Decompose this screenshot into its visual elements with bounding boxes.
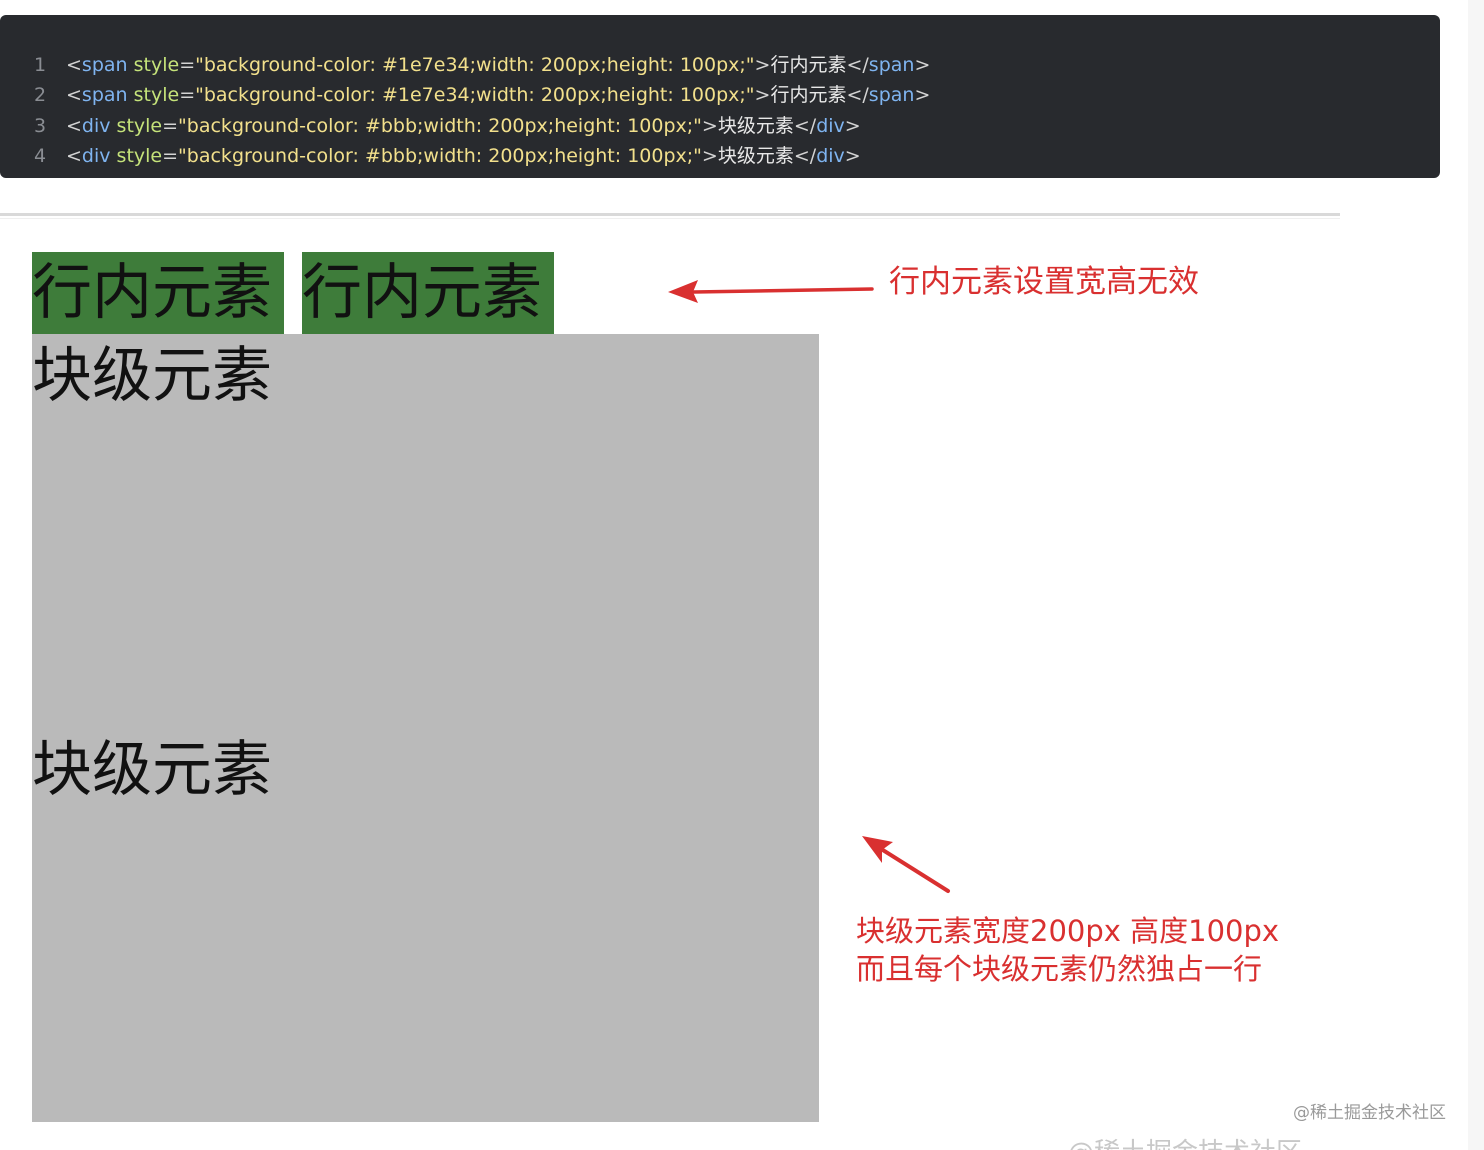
code-text: <div style="background-color: #bbb;width…	[66, 141, 861, 171]
code-tag: div	[81, 145, 111, 167]
inline-element-1: 行内元素	[32, 252, 284, 334]
code-punct: >	[701, 145, 718, 167]
arrow-left-icon	[668, 280, 874, 303]
code-block: 1 <span style="background-color: #1e7e34…	[0, 15, 1440, 178]
watermark-faded: @稀土掘金技术社区	[1068, 1132, 1302, 1150]
code-punct: =	[162, 115, 179, 137]
code-punct: =	[179, 84, 196, 106]
code-line: 3 <div style="background-color: #bbb;wid…	[0, 111, 1440, 141]
code-string: "background-color: #1e7e34;width: 200px;…	[195, 84, 755, 106]
block-element-1: 块级元素	[32, 334, 819, 728]
code-content: 行内元素	[770, 54, 847, 76]
line-number: 4	[33, 145, 47, 167]
watermark: @稀土掘金技术社区	[1293, 1103, 1446, 1123]
arrow-up-left-icon	[862, 836, 950, 893]
block-annotation-line-1: 块级元素宽度200px 高度100px	[856, 914, 1280, 948]
code-string: "background-color: #bbb;width: 200px;hei…	[178, 145, 702, 167]
code-tag: div	[816, 115, 845, 137]
inline-annotation: 行内元素设置宽高无效	[889, 264, 1199, 300]
code-punct: >	[914, 84, 931, 106]
code-content: 块级元素	[717, 145, 794, 167]
code-punct: </	[793, 115, 817, 137]
code-punct: <	[66, 54, 82, 76]
code-content: 行内元素	[770, 84, 847, 106]
content-divider	[0, 213, 1340, 216]
code-text: <div style="background-color: #bbb;width…	[66, 111, 861, 141]
code-tag: span	[81, 84, 128, 106]
code-line: 2 <span style="background-color: #1e7e34…	[0, 80, 1440, 110]
code-punct: =	[162, 145, 179, 167]
code-text: <span style="background-color: #1e7e34;w…	[66, 80, 930, 110]
code-line: 1 <span style="background-color: #1e7e34…	[0, 50, 1440, 80]
code-attr: style	[127, 84, 180, 106]
code-punct: >	[754, 84, 771, 106]
code-punct: <	[66, 115, 82, 137]
code-tag: span	[868, 84, 915, 106]
code-punct: </	[846, 54, 869, 76]
code-content: 块级元素	[717, 115, 794, 137]
block-annotation: 块级元素宽度200px 高度100px 而且每个块级元素仍然独占一行	[856, 912, 1279, 988]
inline-element-2: 行内元素	[302, 252, 554, 334]
code-punct: <	[66, 84, 82, 106]
code-attr: style	[110, 115, 163, 137]
code-punct: >	[914, 54, 931, 76]
code-string: "background-color: #bbb;width: 200px;hei…	[178, 115, 702, 137]
code-tag: span	[868, 54, 915, 76]
code-tag: div	[816, 145, 845, 167]
code-tag: div	[81, 115, 111, 137]
code-line: 4 <div style="background-color: #bbb;wid…	[0, 141, 1440, 171]
code-tag: span	[81, 54, 128, 76]
code-punct: <	[66, 145, 82, 167]
code-punct: >	[754, 54, 771, 76]
code-punct: </	[793, 145, 817, 167]
line-number: 3	[33, 115, 47, 137]
code-punct: >	[844, 145, 861, 167]
code-punct: >	[701, 115, 718, 137]
code-attr: style	[110, 145, 163, 167]
code-punct: </	[846, 84, 869, 106]
code-punct: =	[179, 54, 196, 76]
line-number: 1	[33, 54, 47, 76]
code-text: <span style="background-color: #1e7e34;w…	[66, 50, 930, 80]
scrollbar-track[interactable]	[1468, 0, 1484, 1150]
line-number: 2	[33, 84, 47, 106]
content-divider-shadow	[0, 218, 1340, 219]
block-element-2: 块级元素	[32, 728, 819, 1122]
code-string: "background-color: #1e7e34;width: 200px;…	[195, 54, 755, 76]
code-punct: >	[844, 115, 861, 137]
code-attr: style	[127, 54, 180, 76]
block-annotation-line-2: 而且每个块级元素仍然独占一行	[856, 952, 1263, 986]
